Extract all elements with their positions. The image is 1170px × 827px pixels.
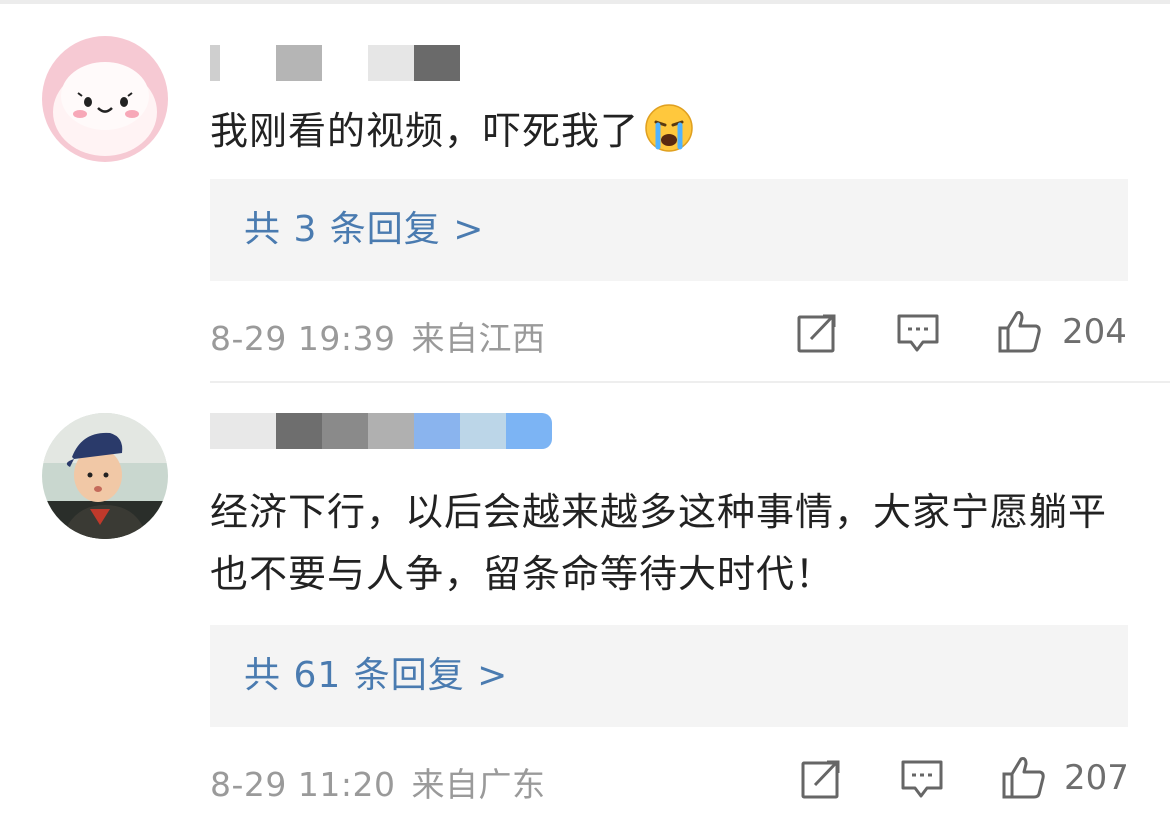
like-count: 204 xyxy=(1062,312,1127,352)
comment-icon[interactable] xyxy=(900,758,944,800)
comment-date: 8-29 11:20 xyxy=(210,765,396,804)
comment-date: 8-29 19:39 xyxy=(210,319,396,358)
like-count: 207 xyxy=(1064,758,1129,798)
like-icon[interactable] xyxy=(1000,754,1046,800)
view-replies-link[interactable]: 共 61 条回复 > xyxy=(244,625,508,727)
username-redacted[interactable] xyxy=(210,45,470,81)
crying-face-icon xyxy=(643,102,695,154)
replies-box: 共 3 条回复 > xyxy=(210,179,1128,281)
avatar[interactable] xyxy=(42,36,168,162)
comment-item: 经济下行，以后会越来越多这种事情，大家宁愿躺平也不要与人争，留条命等待大时代！ … xyxy=(0,383,1170,827)
comment-text: 我刚看的视频，吓死我了 xyxy=(210,100,1140,162)
replies-box: 共 61 条回复 > xyxy=(210,625,1128,727)
view-replies-link[interactable]: 共 3 条回复 > xyxy=(244,179,484,281)
comment-item: 我刚看的视频，吓死我了 共 3 条回复 > 8-29 19:39 来自江西 20… xyxy=(0,0,1170,382)
comment-meta: 8-29 19:39 来自江西 xyxy=(210,312,546,360)
like-icon[interactable] xyxy=(996,308,1042,354)
comment-text: 经济下行，以后会越来越多这种事情，大家宁愿躺平也不要与人争，留条命等待大时代！ xyxy=(210,490,1108,596)
avatar[interactable] xyxy=(42,413,168,539)
share-icon[interactable] xyxy=(800,758,842,800)
comment-meta: 8-29 11:20 来自广东 xyxy=(210,758,546,806)
comment-icon[interactable] xyxy=(896,312,940,354)
comment-location: 来自江西 xyxy=(411,319,546,358)
username-redacted[interactable] xyxy=(210,413,570,449)
share-icon[interactable] xyxy=(796,312,838,354)
comment-location: 来自广东 xyxy=(411,765,546,804)
